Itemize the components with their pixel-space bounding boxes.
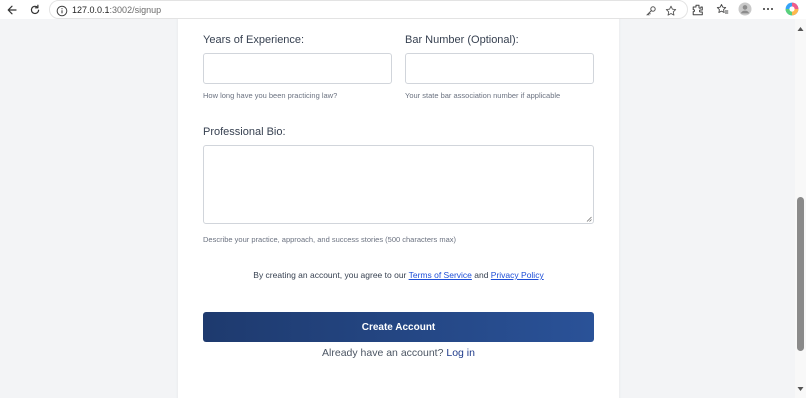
copilot-icon[interactable]	[785, 2, 799, 16]
bar-number-input[interactable]	[405, 53, 594, 84]
favorites-icon[interactable]	[715, 2, 729, 16]
reload-icon[interactable]	[26, 1, 44, 18]
browser-toolbar: 127.0.0.1:3002/signup	[0, 0, 806, 19]
log-in-link[interactable]: Log in	[446, 347, 475, 359]
privacy-policy-link[interactable]: Privacy Policy	[491, 270, 544, 280]
address-bar[interactable]: 127.0.0.1:3002/signup	[49, 0, 688, 19]
login-prompt: Already have an account? Log in	[178, 347, 619, 360]
page-viewport: Years of Experience: How long have you b…	[0, 19, 795, 398]
terms-agreement-text: By creating an account, you agree to our…	[178, 270, 619, 281]
bar-number-label: Bar Number (Optional):	[405, 34, 519, 46]
professional-bio-label: Professional Bio:	[203, 126, 286, 138]
bar-number-hint: Your state bar association number if app…	[405, 91, 561, 100]
years-of-experience-input[interactable]	[203, 53, 392, 84]
page-scrollbar[interactable]	[795, 19, 806, 398]
scrollbar-thumb[interactable]	[797, 197, 804, 351]
more-icon[interactable]	[761, 2, 775, 16]
url-host: 127.0.0.1	[72, 5, 110, 15]
key-icon[interactable]	[645, 4, 657, 16]
professional-bio-textarea[interactable]	[203, 145, 594, 224]
years-of-experience-hint: How long have you been practicing law?	[203, 91, 338, 100]
signup-form-card: Years of Experience: How long have you b…	[178, 19, 619, 398]
professional-bio-hint: Describe your practice, approach, and su…	[203, 235, 457, 244]
years-of-experience-label: Years of Experience:	[203, 34, 305, 46]
scroll-up-arrow-icon[interactable]	[797, 26, 804, 32]
scroll-down-arrow-icon[interactable]	[797, 386, 804, 392]
profile-avatar-icon[interactable]	[738, 2, 752, 16]
create-account-button[interactable]: Create Account	[203, 312, 594, 342]
info-icon[interactable]	[56, 4, 68, 17]
star-icon[interactable]	[665, 4, 677, 16]
terms-of-service-link[interactable]: Terms of Service	[409, 270, 472, 280]
resize-grip-icon[interactable]	[586, 216, 592, 222]
url-text[interactable]: 127.0.0.1:3002/signup	[72, 4, 161, 16]
back-arrow-icon[interactable]	[3, 1, 21, 18]
url-path: :3002/signup	[109, 5, 162, 15]
terms-prefix: By creating an account, you agree to our	[253, 270, 409, 280]
extensions-icon[interactable]	[690, 2, 704, 16]
terms-and: and	[471, 270, 491, 280]
login-prompt-text: Already have an account?	[322, 347, 447, 359]
